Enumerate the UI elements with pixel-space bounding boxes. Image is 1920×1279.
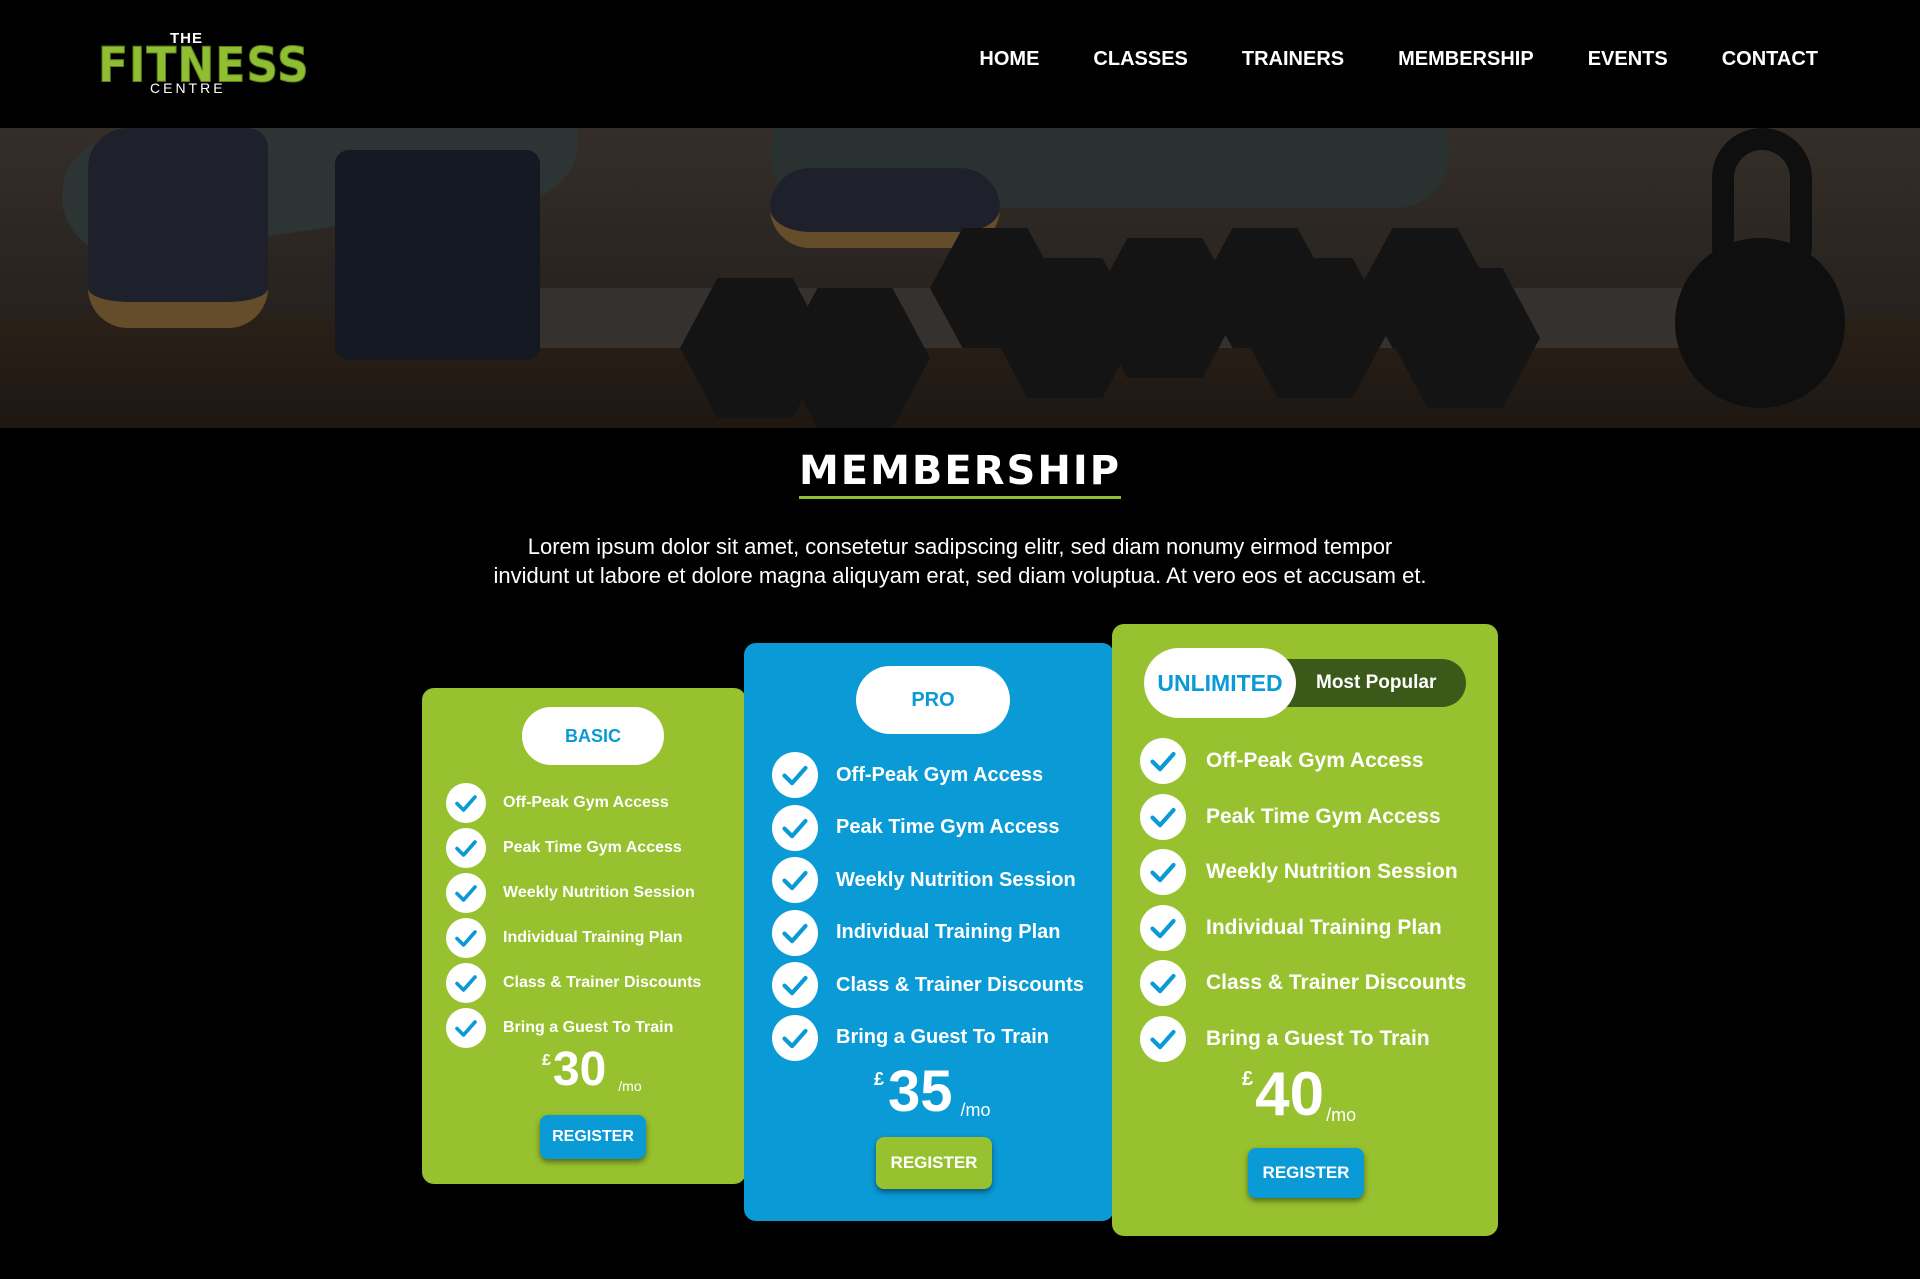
feature-label: Peak Time Gym Access: [503, 839, 682, 856]
feature-label: Weekly Nutrition Session: [1206, 860, 1458, 884]
feature-label: Class & Trainer Discounts: [503, 974, 702, 991]
plan-card-basic: BASIC Off-Peak Gym Access Peak Time Gym A…: [422, 688, 746, 1184]
feature-item: Weekly Nutrition Session: [772, 857, 1076, 903]
check-circle-icon: [446, 963, 486, 1003]
feature-item: Peak Time Gym Access: [446, 828, 682, 868]
feature-label: Weekly Nutrition Session: [503, 884, 695, 901]
feature-item: Peak Time Gym Access: [1140, 793, 1441, 840]
feature-label: Bring a Guest To Train: [503, 1019, 674, 1036]
intro-text: Lorem ipsum dolor sit amet, consetetur s…: [410, 532, 1510, 590]
price-currency: £: [1242, 1068, 1254, 1090]
check-circle-icon: [772, 752, 818, 798]
check-circle-icon: [1140, 849, 1186, 896]
feature-item: Class & Trainer Discounts: [772, 962, 1084, 1008]
feature-label: Class & Trainer Discounts: [1206, 971, 1467, 995]
feature-item: Bring a Guest To Train: [772, 1014, 1049, 1061]
section-heading: MEMBERSHIP: [0, 448, 1920, 499]
feature-label: Individual Training Plan: [503, 929, 683, 946]
plan-name-pro: PRO: [856, 666, 1010, 734]
nav-membership[interactable]: MEMBERSHIP: [1398, 48, 1534, 71]
price-period: /mo: [1326, 1105, 1357, 1125]
feature-label: Peak Time Gym Access: [1206, 804, 1441, 828]
brand-logo[interactable]: THE FITNESS CENTRE: [98, 30, 310, 96]
check-circle-icon: [1140, 738, 1186, 784]
nav-classes[interactable]: CLASSES: [1093, 48, 1187, 71]
plan-name-basic: BASIC: [522, 707, 664, 765]
feature-label: Peak Time Gym Access: [836, 816, 1060, 838]
feature-label: Off-Peak Gym Access: [503, 794, 669, 811]
check-circle-icon: [772, 909, 818, 956]
feature-label: Bring a Guest To Train: [1206, 1027, 1430, 1050]
price-pro: £ 35 /mo: [874, 1063, 991, 1121]
hero-banner-image: [0, 128, 1920, 428]
feature-item: Class & Trainer Discounts: [1140, 960, 1467, 1007]
feature-item: Bring a Guest To Train: [446, 1008, 673, 1048]
feature-item: Individual Training Plan: [772, 909, 1061, 956]
nav-home[interactable]: HOME: [979, 48, 1039, 71]
register-button-basic[interactable]: REGISTER: [540, 1115, 646, 1159]
price-currency: £: [874, 1069, 885, 1089]
register-button-pro[interactable]: REGISTER: [876, 1137, 992, 1189]
check-circle-icon: [772, 857, 818, 903]
check-circle-icon: [446, 1008, 486, 1048]
nav-events[interactable]: EVENTS: [1588, 48, 1668, 71]
feature-item: Peak Time Gym Access: [772, 804, 1060, 851]
main-nav: HOME CLASSES TRAINERS MEMBERSHIP EVENTS …: [925, 48, 1818, 71]
feature-item: Off-Peak Gym Access: [1140, 738, 1424, 784]
register-button-unlimited[interactable]: REGISTER: [1248, 1148, 1364, 1198]
logo-sub: CENTRE: [150, 80, 226, 96]
feature-item: Individual Training Plan: [446, 918, 683, 958]
check-circle-icon: [446, 873, 486, 913]
check-circle-icon: [1140, 960, 1186, 1007]
feature-label: Off-Peak Gym Access: [836, 763, 1044, 786]
price-period: /mo: [960, 1100, 991, 1120]
plan-card-unlimited: Most Popular UNLIMITED Off-Peak Gym Acce…: [1112, 624, 1498, 1236]
check-circle-icon: [1140, 1016, 1186, 1062]
nav-trainers[interactable]: TRAINERS: [1242, 48, 1344, 71]
feature-item: Class & Trainer Discounts: [446, 963, 701, 1003]
page-title: MEMBERSHIP: [798, 448, 1122, 499]
check-circle-icon: [772, 804, 818, 851]
feature-item: Bring a Guest To Train: [1140, 1016, 1430, 1062]
feature-label: Individual Training Plan: [836, 921, 1061, 943]
feature-label: Bring a Guest To Train: [836, 1026, 1049, 1048]
check-circle-icon: [1140, 793, 1186, 840]
price-unlimited: £ 40 /mo: [1242, 1064, 1356, 1126]
check-circle-icon: [1140, 904, 1186, 951]
nav-contact[interactable]: CONTACT: [1722, 48, 1818, 71]
feature-label: Individual Training Plan: [1206, 915, 1442, 939]
feature-label: Off-Peak Gym Access: [1206, 749, 1424, 772]
feature-item: Off-Peak Gym Access: [446, 783, 669, 823]
check-circle-icon: [772, 1014, 818, 1061]
check-circle-icon: [446, 783, 486, 823]
check-circle-icon: [446, 828, 486, 868]
feature-label: Weekly Nutrition Session: [836, 868, 1076, 891]
feature-item: Off-Peak Gym Access: [772, 752, 1043, 798]
price-amount: 35: [888, 1059, 953, 1124]
most-popular-label: Most Popular: [1316, 672, 1437, 693]
feature-label: Class & Trainer Discounts: [836, 973, 1084, 996]
check-circle-icon: [446, 918, 486, 958]
price-amount: 30: [552, 1043, 607, 1096]
feature-item: Individual Training Plan: [1140, 904, 1442, 951]
site-header: THE FITNESS CENTRE HOME CLASSES TRAINERS…: [0, 0, 1920, 128]
feature-item: Weekly Nutrition Session: [446, 873, 695, 913]
intro-line-1: Lorem ipsum dolor sit amet, consetetur s…: [527, 534, 1393, 559]
price-period: /mo: [618, 1078, 642, 1094]
price-currency: £: [542, 1052, 551, 1069]
plan-name-unlimited: UNLIMITED: [1144, 648, 1296, 718]
check-circle-icon: [772, 962, 818, 1008]
price-amount: 40: [1255, 1060, 1325, 1129]
price-basic: £ 30 /mo: [542, 1043, 642, 1096]
intro-line-2: invidunt ut labore et dolore magna aliqu…: [493, 563, 1427, 588]
plan-card-pro: PRO Off-Peak Gym Access Peak Time Gym Acc…: [744, 643, 1114, 1221]
feature-item: Weekly Nutrition Session: [1140, 849, 1458, 896]
